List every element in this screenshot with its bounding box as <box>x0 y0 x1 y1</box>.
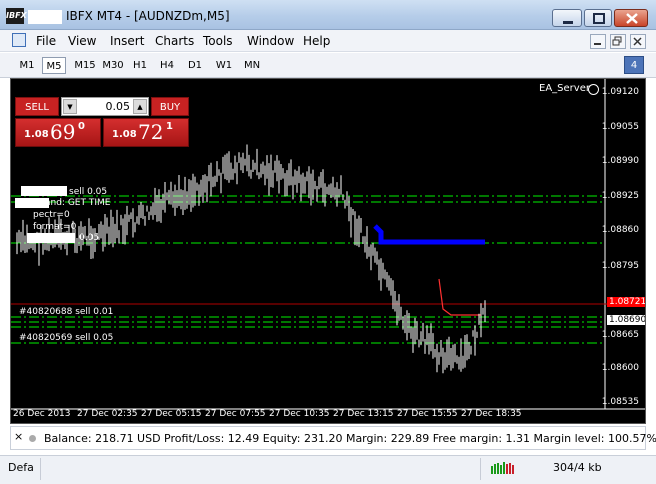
connection-bars-icon[interactable] <box>490 460 516 474</box>
menu-view[interactable]: View <box>68 34 96 48</box>
traffic-counter: 304/4 kb <box>553 461 602 474</box>
sell-button[interactable]: SELL <box>15 97 59 116</box>
chart-window-icon[interactable] <box>12 33 26 47</box>
tf-m30[interactable]: M30 <box>100 57 126 74</box>
ea-comment-line: format=0 <box>33 222 77 232</box>
price-label: 1.08665 <box>601 330 639 340</box>
account-status-bar: × Balance: 218.71 USD Profit/Loss: 12.49… <box>10 426 656 450</box>
buy-price-box[interactable]: 1.08 72 1 <box>103 118 189 147</box>
lot-increase-icon[interactable]: ▲ <box>133 99 147 114</box>
tf-mn[interactable]: MN <box>240 57 264 74</box>
price-label: 1.08925 <box>601 191 639 201</box>
price-label: 1.08795 <box>601 261 639 271</box>
time-label: 27 Dec 05:15 <box>141 409 202 419</box>
tf-m1[interactable]: M1 <box>16 57 38 74</box>
menu-window[interactable]: Window <box>247 34 294 48</box>
one-click-trading-panel: SELL ▼ 0.05 ▲ BUY 1.08 69 0 1.08 72 1 <box>15 97 189 147</box>
redacted-text <box>27 233 75 243</box>
price-label: 1.08535 <box>601 397 639 407</box>
price-label: 1.08860 <box>601 225 639 235</box>
status-divider <box>40 458 41 480</box>
close-button[interactable] <box>614 9 648 27</box>
price-label: 1.09120 <box>601 87 639 97</box>
sell-price-prefix: 1.08 <box>24 129 49 140</box>
maximize-button[interactable] <box>584 9 612 27</box>
order-label: sell 0.05 <box>69 187 108 197</box>
menu-tools[interactable]: Tools <box>203 34 233 48</box>
ea-comment-line: pectr=0 <box>33 210 70 220</box>
trend-line <box>438 278 481 316</box>
account-summary: Balance: 218.71 USD Profit/Loss: 12.49 E… <box>44 432 656 445</box>
buy-price-prefix: 1.08 <box>112 129 137 140</box>
child-close-button[interactable] <box>630 34 646 49</box>
tf-d1[interactable]: D1 <box>184 57 206 74</box>
profile-name: Defa <box>8 461 34 474</box>
tf-h4[interactable]: H4 <box>156 57 178 74</box>
time-label: 27 Dec 13:15 <box>333 409 394 419</box>
menu-insert[interactable]: Insert <box>110 34 144 48</box>
title-bar: IBFX IBFX MT4 - [AUDNZDm,M5] <box>0 0 656 30</box>
tf-m5[interactable]: M5 <box>42 57 66 74</box>
time-label: 27 Dec 10:35 <box>269 409 330 419</box>
bid-price-marker: 1.08721 <box>607 297 646 307</box>
lot-size-spinner[interactable]: ▼ 0.05 ▲ <box>61 97 149 116</box>
app-icon: IBFX <box>6 8 27 24</box>
time-label: 27 Dec 18:35 <box>461 409 522 419</box>
buy-price-pips: 72 <box>138 120 164 144</box>
child-minimize-button[interactable] <box>590 34 606 49</box>
redacted-text <box>21 186 67 196</box>
buy-button[interactable]: BUY <box>151 97 189 116</box>
menu-file[interactable]: File <box>36 34 56 48</box>
sell-price-box[interactable]: 1.08 69 0 <box>15 118 101 147</box>
status-divider <box>480 458 481 480</box>
terminal-close-icon[interactable]: × <box>14 430 23 443</box>
price-chart[interactable]: 1.09120 1.09055 1.08990 1.08925 1.08860 … <box>10 78 646 424</box>
order-label: #40820688 sell 0.01 <box>19 307 114 317</box>
time-label: 27 Dec 15:55 <box>397 409 458 419</box>
tf-h1[interactable]: H1 <box>130 57 150 74</box>
lot-decrease-icon[interactable]: ▼ <box>63 99 77 114</box>
buy-price-fraction: 1 <box>166 121 173 132</box>
menu-help[interactable]: Help <box>303 34 330 48</box>
minimize-button[interactable] <box>552 9 582 27</box>
redacted-text <box>15 198 49 208</box>
tf-m15[interactable]: M15 <box>72 57 98 74</box>
sell-price-pips: 69 <box>50 120 76 144</box>
price-label: 1.08600 <box>601 363 639 373</box>
price-label: 1.09055 <box>601 122 639 132</box>
tf-w1[interactable]: W1 <box>212 57 236 74</box>
current-price-marker: 1.08690 <box>607 315 646 325</box>
price-label: 1.08990 <box>601 156 639 166</box>
lot-size-input[interactable]: 0.05 <box>82 100 131 113</box>
timeframe-toolbar <box>0 53 656 78</box>
indicator-line <box>373 224 485 245</box>
order-label: #40820569 sell 0.05 <box>19 333 114 343</box>
time-label: 27 Dec 07:55 <box>205 409 266 419</box>
window-title: IBFX MT4 - [AUDNZDm,M5] <box>66 9 230 23</box>
expert-smiley-icon <box>588 84 599 95</box>
menu-charts[interactable]: Charts <box>155 34 194 48</box>
expert-advisor-name: EA_Server <box>539 83 590 94</box>
sell-price-fraction: 0 <box>78 121 85 132</box>
alerts-badge[interactable]: 4 <box>624 56 644 74</box>
account-status-icon <box>29 435 36 442</box>
order-label: 0.05 <box>79 233 100 243</box>
child-restore-button[interactable] <box>610 34 626 49</box>
time-label: 26 Dec 2013 <box>13 409 71 419</box>
redacted-account <box>28 10 62 24</box>
time-label: 27 Dec 02:35 <box>77 409 138 419</box>
